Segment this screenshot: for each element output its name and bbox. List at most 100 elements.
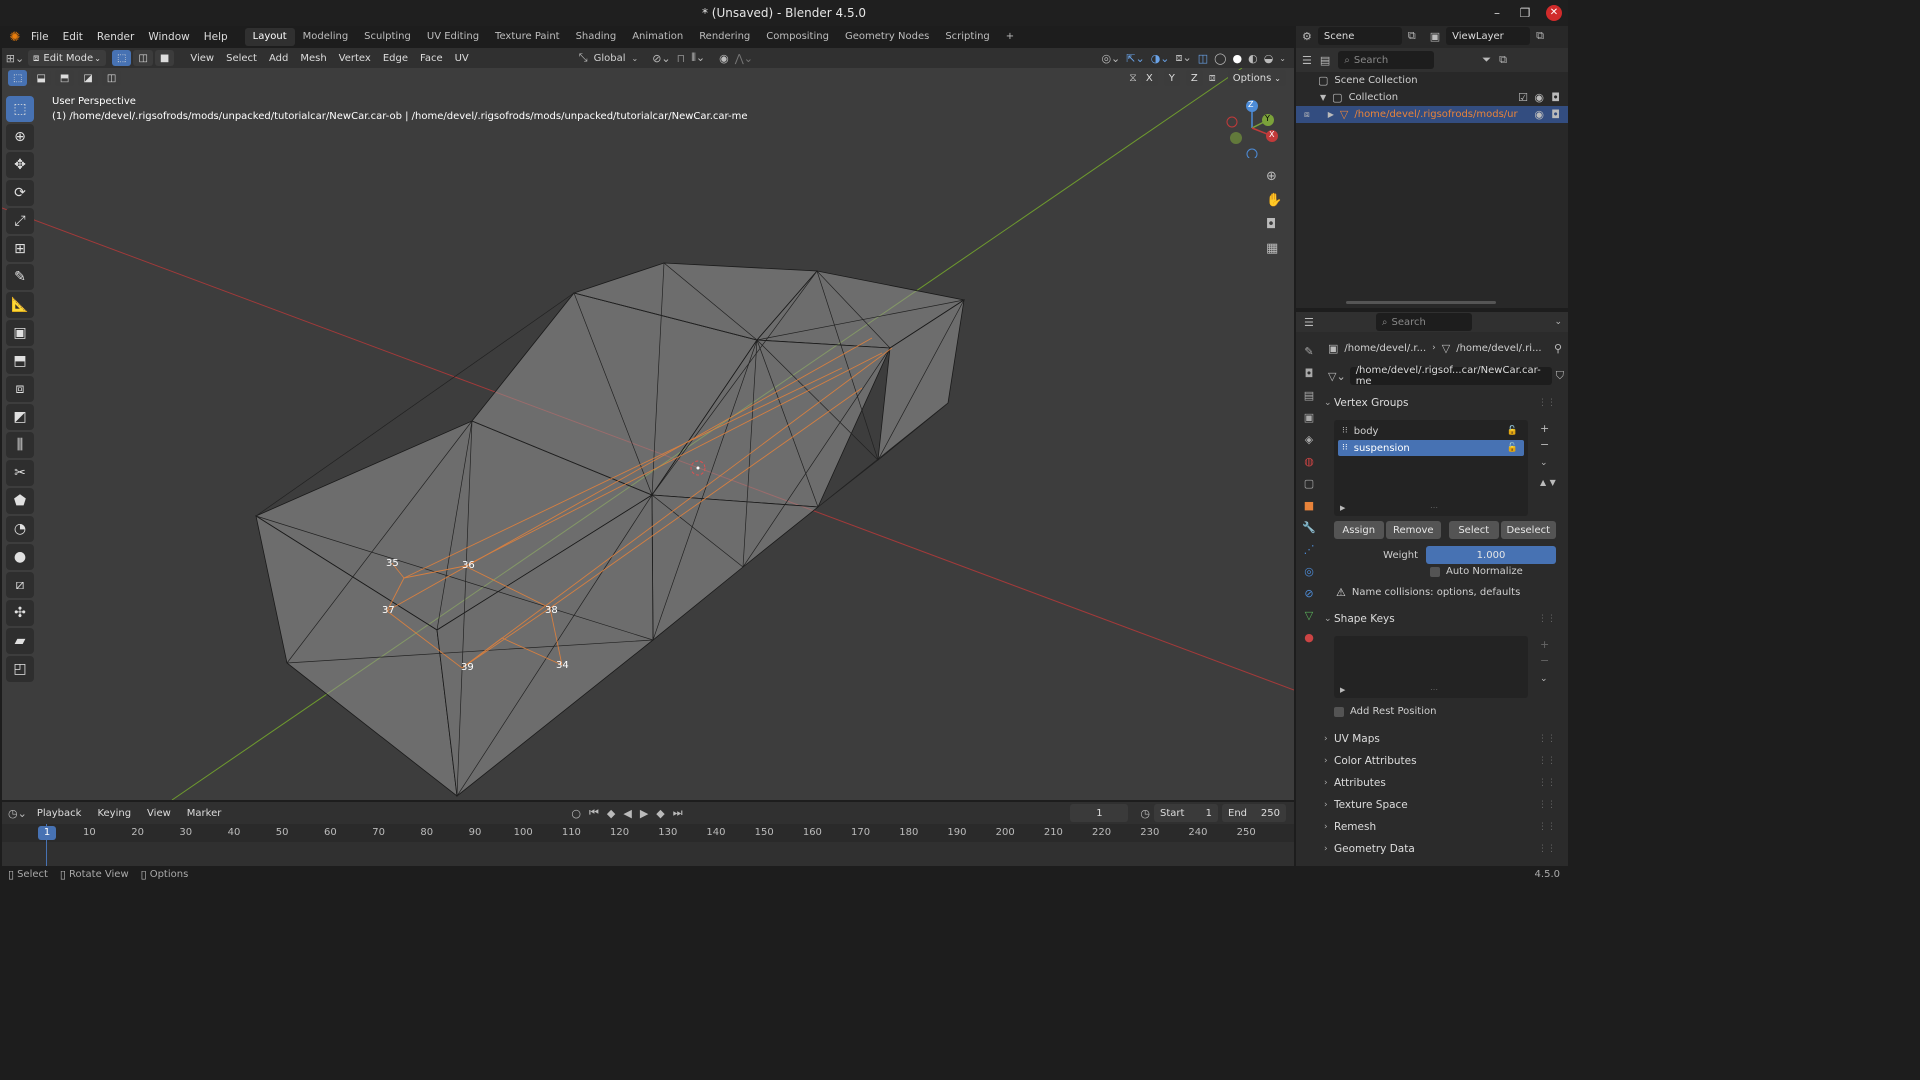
remove-icon[interactable]: −	[1540, 652, 1549, 668]
weight-field[interactable]: 1.000	[1426, 546, 1556, 564]
bevel-tool-icon[interactable]: ◩	[6, 404, 34, 430]
scale-tool-icon[interactable]: ⤢	[6, 208, 34, 234]
xray-icon[interactable]: ◫	[1198, 52, 1208, 65]
view-layer-field[interactable]: ViewLayer	[1446, 27, 1531, 45]
add-cube-tool-icon[interactable]: ▣	[6, 320, 34, 346]
properties-search-input[interactable]: ⌕ Search	[1375, 313, 1472, 331]
pivot-icon[interactable]: ⊘⌄	[652, 52, 670, 65]
pan-hand-icon[interactable]: ✋	[1266, 188, 1282, 212]
drag-handle-icon[interactable]: ⋮⋮	[1538, 844, 1556, 854]
overlay-icon[interactable]: ◑⌄	[1151, 52, 1170, 65]
tab-scripting[interactable]: Scripting	[937, 28, 997, 46]
mesh-name-field[interactable]: /home/devel/.rigsof...car/NewCar.car-me	[1349, 365, 1552, 387]
object-row[interactable]: ⧈ ▶ ▽ /home/devel/.rigsofrods/mods/ur ◉ …	[1296, 106, 1568, 123]
select-box-tool-icon[interactable]: ⬚	[6, 96, 34, 122]
expand-filter-icon[interactable]: ▶	[1340, 504, 1345, 512]
add-rest-position-checkbox[interactable]	[1334, 706, 1344, 717]
eye-icon[interactable]: ◉	[1534, 91, 1544, 104]
scene-field[interactable]: Scene	[1317, 27, 1402, 45]
measure-tool-icon[interactable]: 📐	[6, 292, 34, 318]
close-button[interactable]: ✕	[1546, 5, 1562, 21]
assign-button[interactable]: Assign	[1334, 521, 1384, 539]
vertex-groups-header[interactable]: ⌄ Vertex Groups ⋮⋮	[1296, 392, 1568, 414]
specials-menu-icon[interactable]: ⌄	[1540, 452, 1548, 474]
menu-render[interactable]: Render	[90, 26, 141, 48]
menu-view[interactable]: View	[184, 53, 220, 64]
chevron-right-icon[interactable]: ▶	[1328, 110, 1334, 119]
solid-shading-icon[interactable]: ●	[1232, 52, 1242, 65]
render-tab-icon[interactable]: ◘	[1300, 364, 1318, 382]
end-frame-field[interactable]: End 250	[1222, 804, 1286, 822]
color-attributes-section[interactable]: › Color Attributes ⋮⋮	[1296, 750, 1568, 772]
world-tab-icon[interactable]: ◍	[1300, 452, 1318, 470]
shrink-fatten-tool-icon[interactable]: ✣	[6, 600, 34, 626]
camera-icon[interactable]: ◘	[1551, 91, 1560, 104]
display-mode-icon[interactable]: ▤	[1320, 54, 1330, 67]
move-up-icon[interactable]: ▲	[1540, 474, 1546, 490]
resize-handle-icon[interactable]: ⋯	[1430, 503, 1438, 512]
chevron-down-icon[interactable]: ⌄	[1279, 54, 1286, 63]
menu-playback[interactable]: Playback	[31, 808, 88, 819]
mesh-view[interactable]	[2, 68, 1294, 800]
chevron-down-icon[interactable]: ⌄	[1554, 317, 1562, 327]
move-down-icon[interactable]: ▼	[1550, 474, 1556, 490]
jump-end-icon[interactable]: ⏭	[673, 806, 683, 820]
gizmo-icon[interactable]: ⇱⌄	[1126, 52, 1144, 65]
resize-handle-icon[interactable]: ⋯	[1430, 685, 1438, 694]
rip-region-tool-icon[interactable]: ◰	[6, 656, 34, 682]
collection-row[interactable]: ▼ ▢ Collection ☑ ◉ ◘	[1296, 89, 1568, 106]
proportional-edit-icon[interactable]: ◉	[719, 52, 729, 65]
drag-handle-icon[interactable]: ⋮⋮	[1538, 398, 1556, 408]
menu-vertex[interactable]: Vertex	[333, 53, 377, 64]
view-layer-icon[interactable]: ▣	[1430, 30, 1440, 43]
constraints-tab-icon[interactable]: ⊘	[1300, 584, 1318, 602]
tab-animation[interactable]: Animation	[624, 28, 691, 46]
auto-normalize-checkbox[interactable]	[1430, 566, 1440, 577]
expand-filter-icon[interactable]: ▶	[1340, 686, 1345, 694]
maximize-button[interactable]: ❐	[1518, 6, 1532, 20]
tab-layout[interactable]: Layout	[244, 28, 295, 46]
ortho-grid-icon[interactable]: ▦	[1266, 236, 1278, 260]
tab-texture-paint[interactable]: Texture Paint	[487, 28, 568, 46]
wireframe-shading-icon[interactable]: ◯	[1214, 52, 1226, 65]
play-reverse-icon[interactable]: ◀	[623, 807, 631, 820]
clock-icon[interactable]: ◷	[1140, 807, 1150, 820]
menu-mesh[interactable]: Mesh	[294, 53, 332, 64]
editor-type-icon[interactable]: ◷⌄	[8, 807, 27, 820]
shape-keys-header[interactable]: ⌄ Shape Keys ⋮⋮	[1296, 608, 1568, 630]
menu-face[interactable]: Face	[414, 53, 449, 64]
mirror-z-button[interactable]: Z	[1185, 70, 1203, 86]
new-view-layer-icon[interactable]: ⧉	[1536, 29, 1544, 43]
tab-compositing[interactable]: Compositing	[758, 28, 837, 46]
menu-timeline-view[interactable]: View	[141, 808, 177, 819]
menu-edge[interactable]: Edge	[377, 53, 414, 64]
scene-collection-row[interactable]: ▢ Scene Collection	[1296, 72, 1568, 89]
menu-help[interactable]: Help	[197, 26, 235, 48]
scene-tab-icon[interactable]: ◈	[1300, 430, 1318, 448]
menu-file[interactable]: File	[24, 26, 56, 48]
geometry-data-section[interactable]: › Geometry Data ⋮⋮	[1296, 838, 1568, 860]
cursor-tool-icon[interactable]: ⊕	[6, 124, 34, 150]
add-rest-position-row[interactable]: Add Rest Position	[1334, 706, 1436, 717]
attributes-section[interactable]: › Attributes ⋮⋮	[1296, 772, 1568, 794]
drag-handle-icon[interactable]: ⋮⋮	[1538, 614, 1556, 624]
drag-handle-icon[interactable]: ⋮⋮	[1538, 800, 1556, 810]
vertex-group-item[interactable]: ⁝⁝ body 🔓	[1338, 423, 1524, 439]
filter-icon[interactable]: ⏷	[1482, 53, 1491, 67]
tab-uv-editing[interactable]: UV Editing	[419, 28, 487, 46]
material-shading-icon[interactable]: ◐	[1248, 52, 1258, 65]
lock-icon[interactable]: 🔓	[1507, 443, 1518, 453]
mesh-edit-overlay-icon[interactable]: ⧈⌄	[1176, 51, 1192, 65]
select-new-button[interactable]: ⬚	[8, 70, 28, 86]
physics-tab-icon[interactable]: ◎	[1300, 562, 1318, 580]
add-icon[interactable]: +	[1540, 636, 1549, 652]
breadcrumb-mesh[interactable]: /home/devel/.ri...	[1456, 343, 1541, 354]
checkbox-icon[interactable]: ☑	[1518, 91, 1528, 104]
menu-select[interactable]: Select	[220, 53, 263, 64]
record-icon[interactable]: ○	[571, 807, 581, 820]
extrude-tool-icon[interactable]: ⬒	[6, 348, 34, 374]
tool-tab-icon[interactable]: ✎	[1300, 342, 1318, 360]
inset-tool-icon[interactable]: ⧈	[6, 376, 34, 402]
material-tab-icon[interactable]: ●	[1300, 628, 1318, 646]
play-icon[interactable]: ▶	[640, 807, 648, 820]
